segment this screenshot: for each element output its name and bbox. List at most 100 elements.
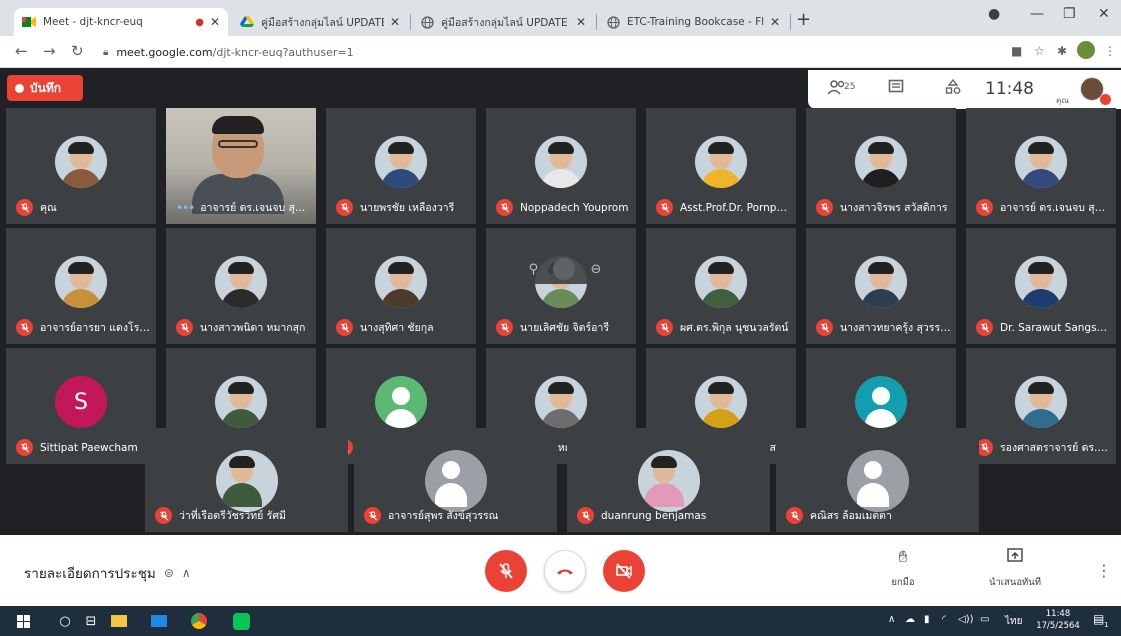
muted-mic-icon — [16, 199, 33, 216]
participant-name-bar: ผศ.ดร.พิกุล นุชนวลรัตน์ — [656, 319, 792, 336]
battery-icon[interactable]: ▭ — [980, 614, 989, 625]
mute-participant-icon[interactable] — [553, 258, 576, 280]
people-count: 25 — [844, 82, 856, 92]
tab-line-guide[interactable]: คู่มือสร้างกลุ่มไลน์ UPDATE ✕ — [412, 8, 594, 36]
close-tab-icon[interactable]: ✕ — [390, 15, 400, 29]
chat-button[interactable] — [888, 79, 904, 99]
participant-tile[interactable]: Asst.Prof.Dr. Pornpan... — [646, 108, 796, 224]
bookmark-star-icon[interactable]: ☆ — [1034, 44, 1045, 58]
participant-tile[interactable]: นางสาวจิรพร สวัสดิการ — [806, 108, 956, 224]
participant-name: Noppadech Youprom — [520, 201, 629, 214]
close-tab-icon[interactable]: ✕ — [770, 15, 780, 29]
task-view-icon[interactable]: ⊟ — [82, 612, 100, 630]
participant-tile[interactable]: นางสาวพนิดา หมากสุก — [166, 228, 316, 344]
microphone-toggle-button[interactable] — [485, 550, 527, 592]
tab-separator — [790, 14, 791, 30]
participant-tile[interactable]: Noppadech Youprom — [486, 108, 636, 224]
participant-name: อาจารย์สุพร สังข์สุวรรณ — [388, 510, 499, 522]
mail-icon[interactable] — [150, 612, 168, 630]
close-window-button[interactable]: ✕ — [1098, 6, 1110, 22]
more-options-icon[interactable]: ⋮ — [1096, 561, 1112, 580]
forward-arrow-icon[interactable]: → — [43, 42, 56, 60]
raise-hand-button[interactable]: ✋︎ ยกมือ — [868, 547, 938, 590]
participant-tile[interactable]: ว่าที่เรือตรีวัชรวิทย์ รัศมี — [145, 428, 348, 532]
leave-call-button[interactable] — [544, 550, 586, 592]
line-app-icon[interactable] — [232, 612, 250, 630]
address-bar[interactable]: 🔒︎ meet.google.com /djt-kncr-euq?authuse… — [103, 41, 983, 63]
participant-tile[interactable]: นางสุทิศา ชัยกุล — [326, 228, 476, 344]
default-avatar-icon — [375, 376, 427, 428]
participant-tile[interactable]: ผศ.ดร.พิกุล นุชนวลรัตน์ — [646, 228, 796, 344]
participant-tile[interactable]: นางสาวทยาครุ้ง สุวรรณ... — [806, 228, 956, 344]
meeting-clock: 11:48 — [985, 79, 1034, 99]
taskbar-clock[interactable]: 11:48 17/5/2564 — [1033, 608, 1083, 632]
back-arrow-icon[interactable]: ← — [15, 42, 28, 60]
tab-title: ETC-Training Bookcase - Flip Book — [627, 16, 764, 28]
chrome-icon[interactable] — [190, 612, 208, 630]
participant-tile[interactable]: อาจารย์ ดร.เจนจบ สุขน... — [966, 108, 1116, 224]
tab-pdf[interactable]: คู่มือสร้างกลุ่มไลน์ UPDATE.pdf - Goo ✕ — [232, 8, 408, 36]
participant-tile[interactable]: คณิสร ล้อมเมตตา — [776, 428, 979, 532]
onedrive-icon[interactable]: ☁︎ — [905, 614, 915, 625]
profile-avatar[interactable] — [1077, 41, 1095, 59]
profile-dot-icon[interactable]: ● — [988, 6, 1000, 22]
tab-flipbook[interactable]: ETC-Training Bookcase - Flip Book ✕ — [598, 8, 788, 36]
kebab-menu-icon[interactable]: ⋮ — [1104, 44, 1116, 58]
muted-mic-icon — [336, 199, 353, 216]
remove-participant-icon[interactable]: ⊖ — [591, 262, 602, 277]
participant-name-bar: Asst.Prof.Dr. Pornpan... — [656, 199, 792, 216]
reload-icon[interactable]: ↻ — [71, 42, 84, 60]
close-tab-icon[interactable]: ✕ — [576, 15, 586, 29]
chevron-up-icon: ∧ — [181, 566, 191, 580]
restore-button[interactable]: ❐ — [1063, 6, 1076, 22]
participant-tile[interactable]: อาจารย์อารยา แดงโรจน์ — [6, 228, 156, 344]
participant-name: นางสาวพนิดา หมากสุก — [200, 322, 306, 334]
tray-mic-icon[interactable]: ▮ — [924, 614, 930, 625]
participant-tile[interactable]: คุณ — [6, 108, 156, 224]
volume-icon[interactable]: ◁)) — [958, 614, 974, 625]
participant-tile[interactable]: S Sittipat Paewcham — [6, 348, 156, 464]
participant-name-bar: อาจารย์สุพร สังข์สุวรรณ — [364, 507, 553, 524]
extensions-icon[interactable]: ✱ — [1057, 44, 1067, 58]
avatar-photo — [855, 256, 907, 308]
participant-tile[interactable]: Dr. Sarawut Sangsaw... — [966, 228, 1116, 344]
browser-toolbar: ← → ↻ 🔒︎ meet.google.com /djt-kncr-euq?a… — [0, 36, 1121, 68]
camera-toggle-button[interactable] — [603, 550, 645, 592]
input-language[interactable]: ไทย — [1005, 614, 1022, 629]
windows-start-icon[interactable] — [14, 612, 32, 630]
search-icon[interactable]: ○ — [56, 612, 74, 630]
captions-icon: ⊜ — [163, 566, 174, 580]
present-label: นำเสนอทันที — [988, 577, 1042, 588]
participant-name-bar: ว่าที่เรือตรีวัชรวิทย์ รัศมี — [155, 507, 344, 524]
minimize-button[interactable]: — — [1030, 6, 1044, 22]
people-button[interactable]: 25 — [827, 79, 855, 99]
file-explorer-icon[interactable] — [110, 612, 128, 630]
pin-icon[interactable]: ⚲ — [529, 262, 539, 277]
tab-title: คู่มือสร้างกลุ่มไลน์ UPDATE.pdf - Goo — [261, 16, 384, 29]
avatar-photo — [637, 450, 700, 512]
participant-tile[interactable]: อาจารย์สุพร สังข์สุวรรณ — [354, 428, 557, 532]
avatar-photo — [1015, 136, 1067, 188]
muted-mic-icon — [816, 199, 833, 216]
taskbar-time: 11:48 — [1045, 609, 1071, 619]
tray-overflow-icon[interactable]: ∧ — [888, 614, 895, 625]
participant-tile[interactable]: ••• อาจารย์ ดร.เจนจบ สุขน... — [166, 108, 316, 224]
hand-icon: ✋︎ — [898, 547, 908, 566]
activities-button[interactable] — [945, 78, 961, 99]
tab-meet[interactable]: Meet - djt-kncr-euq ● ✕ — [14, 8, 228, 36]
participant-name: Asst.Prof.Dr. Pornpan... — [680, 201, 792, 214]
new-tab-button[interactable]: + — [796, 9, 811, 30]
wifi-icon[interactable]: ◜ — [942, 614, 946, 625]
participant-tile[interactable]: นายพรชัย เหลืองวารี — [326, 108, 476, 224]
participant-tile[interactable]: duanrung benjamas — [567, 428, 770, 532]
camera-indicator-icon[interactable]: ■ — [1011, 44, 1022, 58]
present-now-button[interactable]: นำเสนอทันที — [980, 547, 1050, 590]
meeting-details-button[interactable]: รายละเอียดการประชุม ⊜ ∧ — [24, 562, 191, 584]
participant-name: อาจารย์ ดร.เจนจบ สุขน... — [1000, 202, 1112, 214]
notification-icon[interactable]: ▤ — [1093, 612, 1104, 626]
muted-mic-icon — [364, 507, 381, 524]
participant-tile[interactable]: นายเลิศชัย จิตร์อารี — [486, 228, 636, 344]
screen: Meet - djt-kncr-euq ● ✕ คู่มือสร้างกลุ่ม… — [0, 0, 1121, 636]
participant-tile[interactable]: รองศาสตราจารย์ ดร.วิ... — [966, 348, 1116, 464]
close-tab-icon[interactable]: ✕ — [210, 15, 220, 29]
